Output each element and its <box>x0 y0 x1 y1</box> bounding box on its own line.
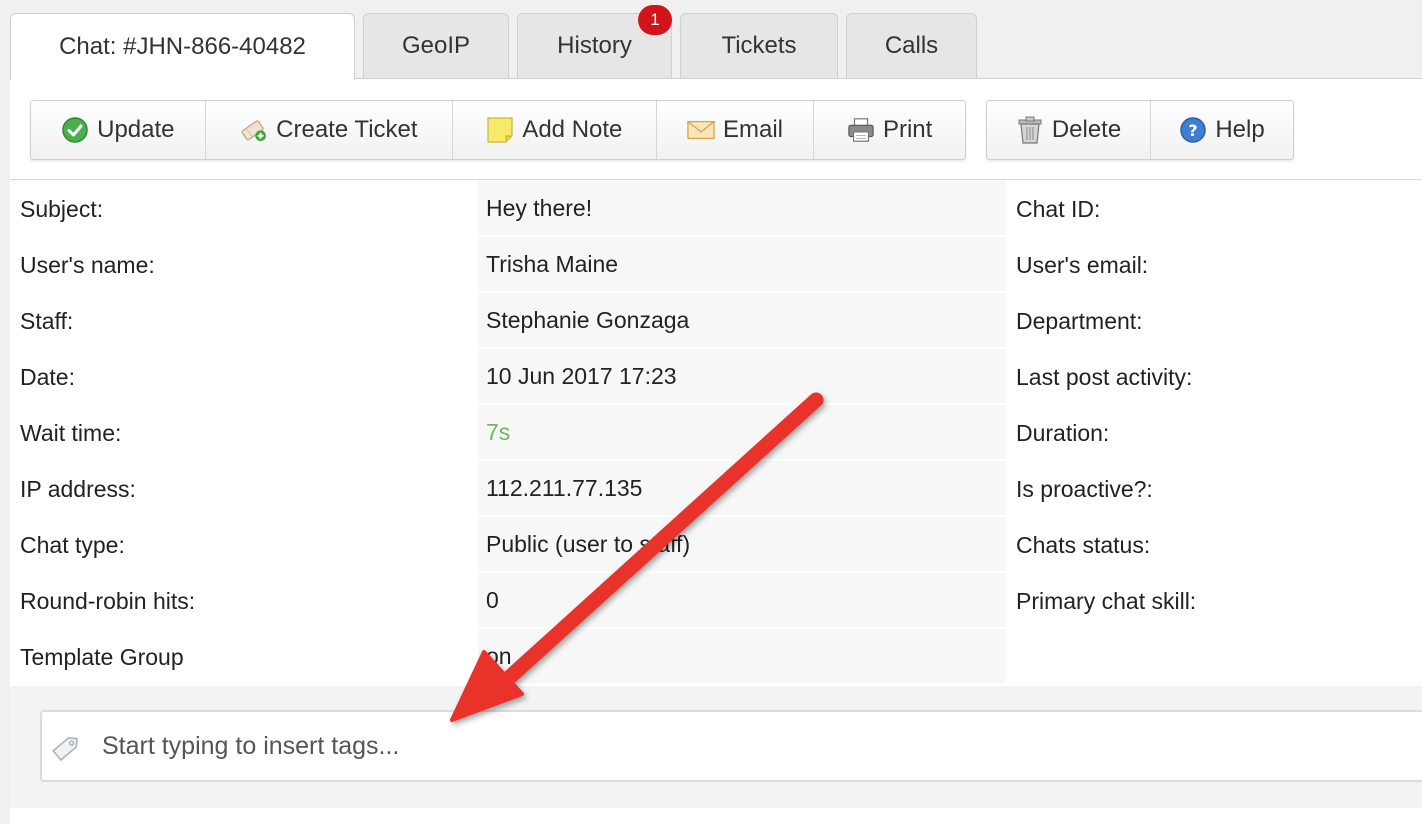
detail-row-template-group: Template Group on <box>10 629 1422 685</box>
help-icon: ? <box>1179 116 1207 144</box>
chat-panel: Update Create Ticket Add Note Email Prin… <box>10 79 1422 824</box>
update-button[interactable]: Update <box>31 101 206 159</box>
detail-row-ip-address: IP address: 112.211.77.135 Is proactive?… <box>10 461 1422 517</box>
detail-value: 112.211.77.135 <box>478 461 1006 515</box>
wait-time-value: 7s <box>478 405 1006 459</box>
detail-label: Round-robin hits: <box>20 587 196 614</box>
tab-geoip[interactable]: GeoIP <box>363 13 509 78</box>
detail-right-label: Primary chat skill: <box>1016 587 1197 614</box>
detail-label: Wait time: <box>20 419 122 446</box>
create-ticket-label: Create Ticket <box>276 116 418 143</box>
update-label: Update <box>97 116 175 143</box>
detail-row-date: Date: 10 Jun 2017 17:23 Last post activi… <box>10 349 1422 405</box>
add-note-button[interactable]: Add Note <box>453 101 657 159</box>
email-button[interactable]: Email <box>657 101 815 159</box>
detail-value: 10 Jun 2017 17:23 <box>478 349 1006 403</box>
help-label: Help <box>1215 116 1265 143</box>
manage-toolbar: Delete ? Help <box>986 100 1294 160</box>
print-button[interactable]: Print <box>814 101 965 159</box>
tab-bar: Chat: #JHN-866-40482 GeoIP History 1 Tic… <box>0 0 1422 80</box>
detail-right-label: Duration: <box>1016 419 1110 446</box>
ticket-plus-icon <box>240 116 268 144</box>
action-toolbar: Update Create Ticket Add Note Email Prin… <box>30 100 966 160</box>
tab-tickets[interactable]: Tickets <box>680 13 838 78</box>
detail-row-wait-time: Wait time: 7s Duration: <box>10 405 1422 461</box>
history-count-badge: 1 <box>638 5 672 35</box>
note-icon <box>486 116 514 144</box>
tags-placeholder: Start typing to insert tags... <box>102 731 400 760</box>
detail-label: Chat type: <box>20 531 125 558</box>
detail-row-users-name: User's name: Trisha Maine User's email: <box>10 237 1422 293</box>
tab-calls-label: Calls <box>884 32 939 59</box>
tags-input[interactable]: Start typing to insert tags... <box>40 710 1422 782</box>
detail-value: on <box>478 629 1006 683</box>
add-note-label: Add Note <box>522 116 623 143</box>
detail-right-label: Department: <box>1016 307 1143 334</box>
detail-value: 0 <box>478 573 1006 627</box>
detail-right-label: User's email: <box>1016 251 1149 278</box>
detail-label: Staff: <box>20 307 74 334</box>
svg-text:?: ? <box>1189 121 1198 140</box>
detail-label: User's name: <box>20 251 155 278</box>
detail-right-label: Is proactive?: <box>1016 475 1153 502</box>
tab-calls[interactable]: Calls <box>846 13 977 78</box>
delete-button[interactable]: Delete <box>987 101 1151 159</box>
envelope-icon <box>687 116 715 144</box>
detail-row-subject: Subject: Hey there! Chat ID: <box>10 181 1422 237</box>
tag-icon <box>50 730 84 764</box>
help-button[interactable]: ? Help <box>1151 101 1293 159</box>
detail-label: Template Group <box>20 643 184 670</box>
tab-history-label: History <box>557 32 632 59</box>
check-circle-icon <box>61 116 89 144</box>
detail-right-label: Last post activity: <box>1016 363 1193 390</box>
tab-chat[interactable]: Chat: #JHN-866-40482 <box>10 13 355 80</box>
tab-chat-label: Chat: #JHN-866-40482 <box>59 33 306 60</box>
detail-label: Date: <box>20 363 75 390</box>
tags-section: Start typing to insert tags... <box>10 686 1422 808</box>
toolbar-divider <box>10 179 1422 180</box>
detail-row-chat-type: Chat type: Public (user to staff) Chats … <box>10 517 1422 573</box>
print-label: Print <box>882 116 933 143</box>
email-label: Email <box>722 116 783 143</box>
detail-right-label: Chat ID: <box>1016 195 1101 222</box>
detail-value: Public (user to staff) <box>478 517 1006 571</box>
create-ticket-button[interactable]: Create Ticket <box>206 101 454 159</box>
printer-icon <box>847 116 875 144</box>
detail-row-staff: Staff: Stephanie Gonzaga Department: <box>10 293 1422 349</box>
detail-value: Trisha Maine <box>478 237 1006 291</box>
detail-label: IP address: <box>20 475 136 502</box>
tab-geoip-label: GeoIP <box>401 32 471 59</box>
detail-label: Subject: <box>20 195 104 222</box>
detail-right-label: Chats status: <box>1016 531 1151 558</box>
tab-tickets-label: Tickets <box>721 32 797 59</box>
detail-value: Hey there! <box>478 181 1006 235</box>
detail-row-round-robin: Round-robin hits: 0 Primary chat skill: <box>10 573 1422 629</box>
detail-value: Stephanie Gonzaga <box>478 293 1006 347</box>
delete-label: Delete <box>1051 116 1122 143</box>
trash-icon <box>1016 116 1044 144</box>
